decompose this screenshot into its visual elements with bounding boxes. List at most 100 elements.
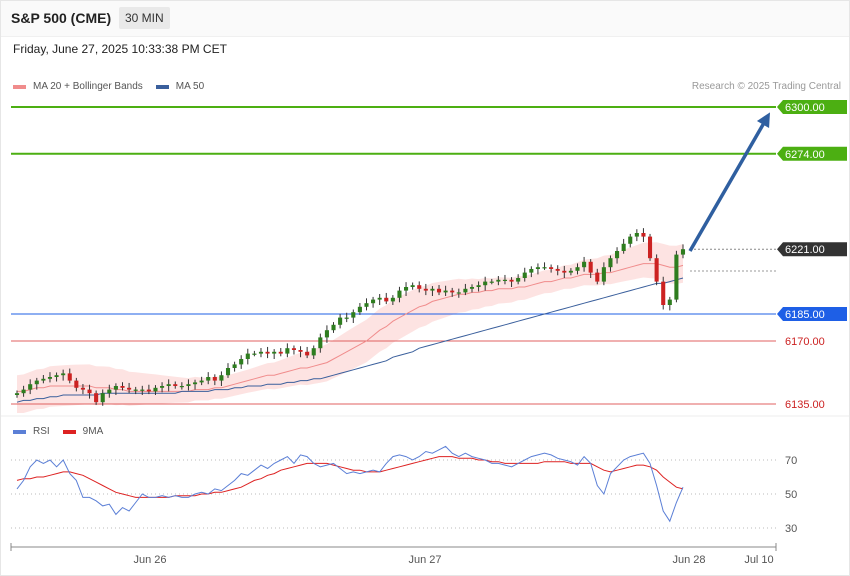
rsi-tick-label: 30 <box>785 523 797 535</box>
candle-body <box>61 373 66 376</box>
candle-body <box>146 389 151 392</box>
candle-body <box>522 272 527 278</box>
price-chart[interactable]: 6300.00 6274.00 6221.00 6185.00 6170.00 6135.… <box>0 0 850 576</box>
candle-body <box>351 312 356 318</box>
candle-body <box>120 386 125 388</box>
candle-body <box>456 292 461 294</box>
candle-body <box>305 351 310 356</box>
candle-body <box>219 375 224 381</box>
candle-body <box>232 364 237 368</box>
candle-body <box>568 270 573 273</box>
candle-body <box>225 368 231 376</box>
candle-body <box>192 382 198 385</box>
candle-body <box>549 267 554 269</box>
candle-body <box>67 373 72 381</box>
level-label: 6274.00 <box>785 149 825 161</box>
candle-body <box>28 384 33 390</box>
candle-body <box>483 281 488 286</box>
candle-body <box>100 393 105 403</box>
candle-body <box>680 249 686 255</box>
candle-body <box>647 236 653 259</box>
x-tick-label: Jun 27 <box>408 554 441 566</box>
candle-body <box>318 337 323 349</box>
candle-body <box>595 272 600 282</box>
candle-body <box>186 384 191 386</box>
candle-body <box>502 279 508 281</box>
level-label: 6170.00 <box>785 336 825 348</box>
candle-body <box>41 378 46 381</box>
candle-body <box>575 267 580 271</box>
candle-body <box>364 303 369 307</box>
candle-body <box>298 350 303 352</box>
candle-body <box>311 348 316 356</box>
candle-body <box>21 389 26 394</box>
candle-body <box>390 297 395 302</box>
x-tick-label: Jun 28 <box>672 554 705 566</box>
rsi-line <box>16 445 684 523</box>
candle-body <box>179 386 184 388</box>
rsi-tick-label: 50 <box>785 489 797 501</box>
candle-body <box>588 261 593 273</box>
candle-body <box>94 393 99 403</box>
candle-body <box>34 380 39 385</box>
candle-body <box>443 290 448 293</box>
candle-body <box>272 351 277 354</box>
candle-body <box>140 389 145 391</box>
candle-body <box>469 287 475 289</box>
candle-body <box>338 317 343 325</box>
candle-body <box>450 290 455 293</box>
candle-body <box>436 288 442 293</box>
candle-body <box>615 251 620 259</box>
rsi-tick-label: 70 <box>785 455 797 467</box>
candle-body <box>423 288 428 291</box>
candle-body <box>674 254 679 300</box>
candle-body <box>384 297 389 302</box>
candle-body <box>430 288 435 291</box>
candle-body <box>404 287 409 291</box>
candle-body <box>265 351 270 354</box>
candle-body <box>555 269 560 271</box>
candle-body <box>107 389 112 394</box>
candle-body <box>601 267 606 282</box>
candle-body <box>127 387 132 390</box>
candle-body <box>344 317 349 319</box>
candle-body <box>641 233 646 237</box>
candle-body <box>239 359 244 365</box>
candle-body <box>133 389 138 391</box>
candle-body <box>496 279 501 282</box>
candle-body <box>516 278 521 282</box>
candle-body <box>258 351 264 354</box>
x-tick-label: Jul 10 <box>744 554 773 566</box>
candle-body <box>529 269 534 273</box>
candle-body <box>245 353 250 359</box>
candle-body <box>535 267 540 269</box>
candle-body <box>661 281 666 305</box>
candle-body <box>509 279 514 282</box>
candle-body <box>252 353 257 355</box>
projection-arrow <box>688 118 768 252</box>
candle-body <box>278 351 283 354</box>
candle-body <box>476 285 481 287</box>
candle-body <box>628 236 633 244</box>
candle-body <box>291 348 296 350</box>
candle-body <box>324 330 329 338</box>
rsi-ma-line <box>16 456 684 498</box>
candle-body <box>621 243 626 251</box>
candle-body <box>410 285 415 287</box>
candle-body <box>377 297 382 300</box>
candle-body <box>654 258 659 282</box>
candle-body <box>542 267 547 269</box>
x-tick-label: Jun 26 <box>133 554 166 566</box>
candle-body <box>199 380 204 383</box>
candle-body <box>562 270 567 273</box>
candle-body <box>160 386 165 388</box>
candle-body <box>608 258 613 268</box>
candle-body <box>634 233 639 237</box>
candle-body <box>357 306 362 313</box>
candle-body <box>54 375 59 377</box>
candle-body <box>397 290 402 298</box>
candle-body <box>166 384 171 386</box>
candle-body <box>331 324 336 331</box>
candle-body <box>285 348 290 354</box>
candle-body <box>74 380 79 388</box>
